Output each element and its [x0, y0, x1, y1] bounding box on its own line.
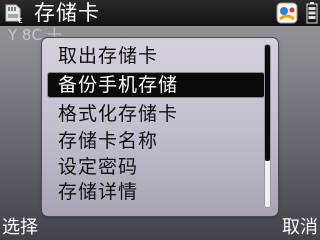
menu-item-label: 取出存储卡 [58, 45, 159, 67]
menu-item-label: 格式化存储卡 [58, 103, 179, 125]
app-status-icon [276, 2, 298, 24]
svg-text:ε: ε [18, 16, 23, 24]
right-softkey-cancel[interactable]: 取消 [282, 217, 318, 239]
menu-item-backup-phone-memory[interactable]: 备份手机存储 [48, 73, 264, 97]
page-title: 存储卡 [34, 1, 100, 25]
menu-item-label: 备份手机存储 [58, 74, 179, 96]
title-bar: ε 存储卡 [0, 0, 320, 26]
screen: ε 存储卡 Y 8C 十 取出存储卡 备份手机存储 格式化存储卡 存储卡名称 设… [0, 0, 320, 240]
menu-item-label: 设定密码 [58, 156, 139, 178]
menu-item-label: 存储卡名称 [58, 130, 159, 152]
menu-item-storage-details[interactable]: 存储详情 [48, 180, 264, 204]
softkey-bar: 选择 取消 [0, 216, 320, 240]
options-popup-menu: 取出存储卡 备份手机存储 格式化存储卡 存储卡名称 设定密码 存储详情 [42, 38, 278, 216]
menu-item-format-card[interactable]: 格式化存储卡 [48, 102, 264, 126]
memory-card-icon: ε [5, 4, 23, 24]
menu-scrollbar[interactable] [264, 44, 271, 208]
battery-icon [306, 2, 318, 24]
menu-item-eject-card[interactable]: 取出存储卡 [48, 44, 264, 68]
scrollbar-thumb[interactable] [265, 45, 270, 161]
menu-item-set-password[interactable]: 设定密码 [48, 155, 264, 179]
menu-item-card-name[interactable]: 存储卡名称 [48, 129, 264, 153]
menu-item-label: 存储详情 [58, 181, 139, 203]
left-softkey-select[interactable]: 选择 [2, 217, 38, 239]
